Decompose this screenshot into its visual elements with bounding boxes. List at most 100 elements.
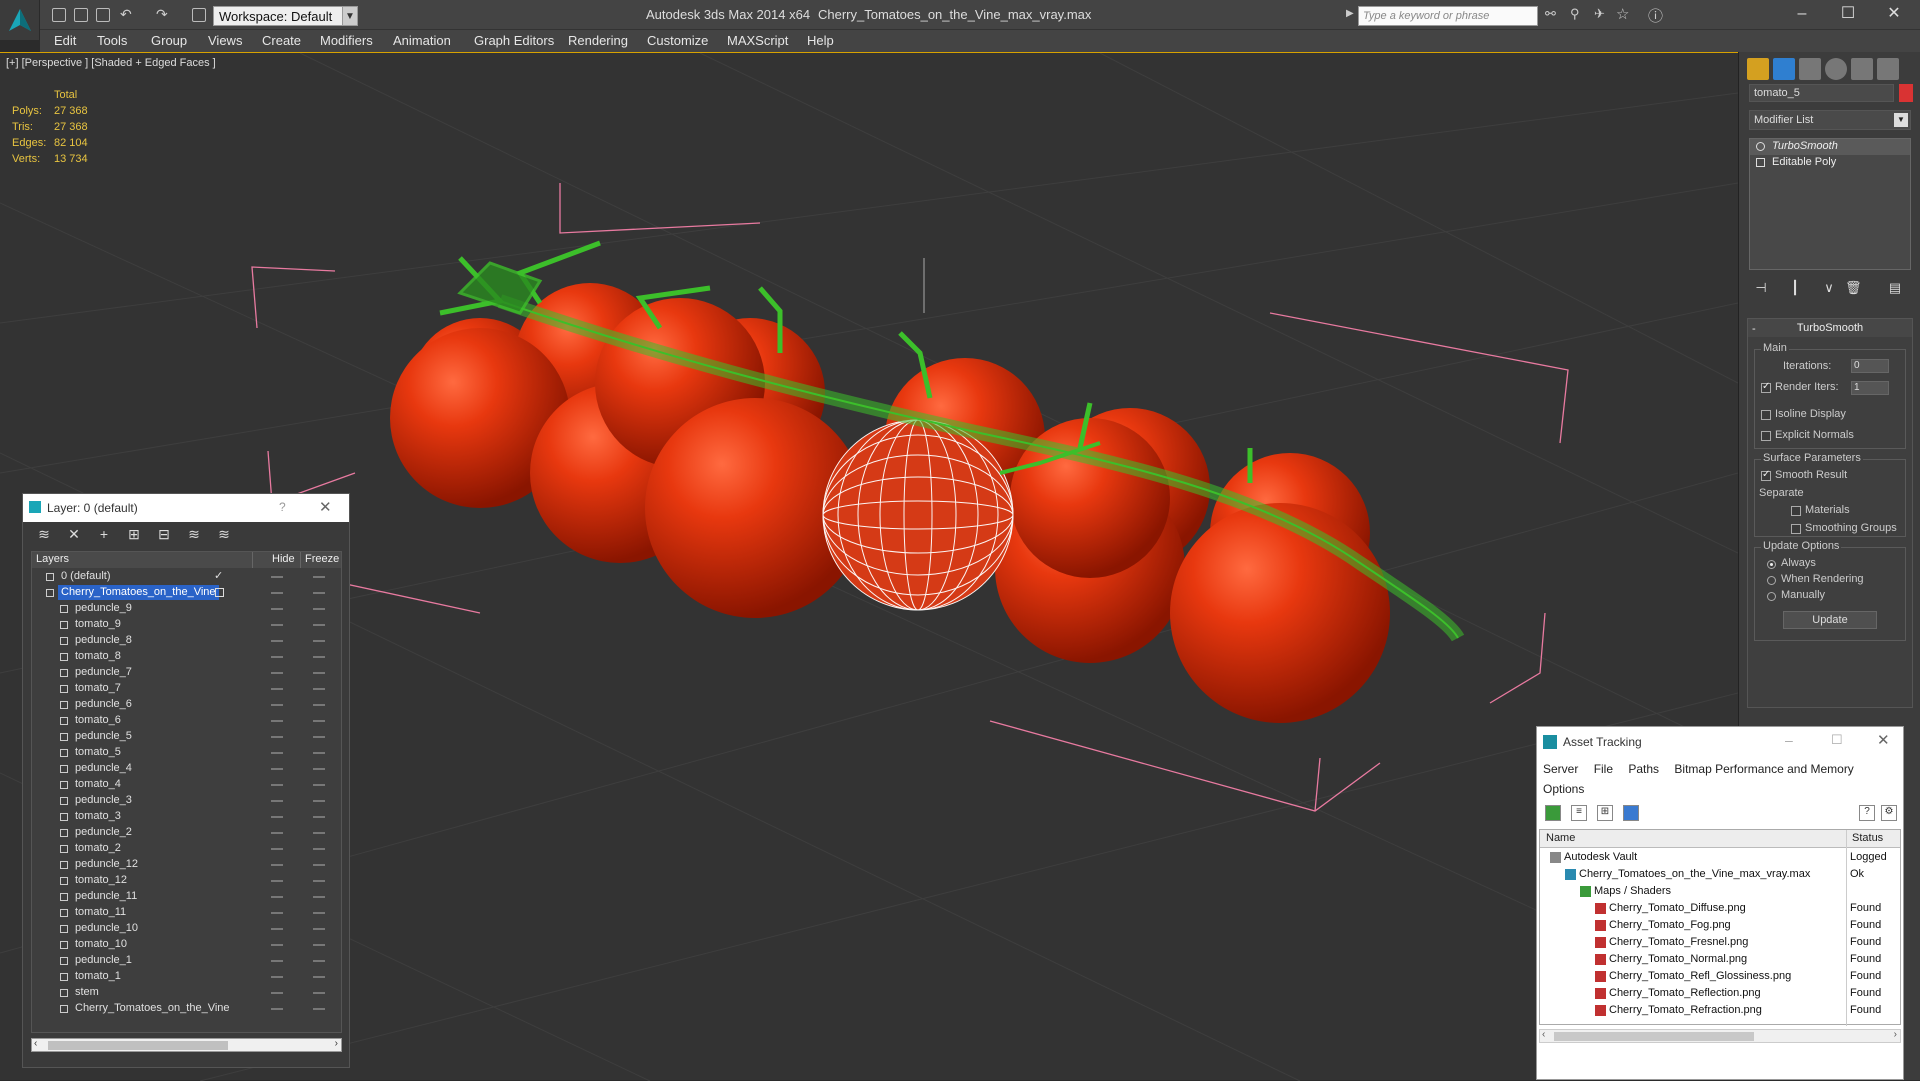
asset-row[interactable]: Maps / Shaders <box>1540 883 1900 900</box>
layer-row[interactable]: peduncle_3 <box>32 793 341 809</box>
freeze-toggle[interactable] <box>313 832 325 834</box>
menu-modifiers[interactable]: Modifiers <box>320 33 373 48</box>
col-layers[interactable]: Layers <box>36 553 69 565</box>
asset-row[interactable]: Cherry_Tomato_Fog.png Found <box>1540 917 1900 934</box>
stack-item-turbosmooth[interactable]: TurboSmooth <box>1750 139 1910 155</box>
search-icon[interactable]: ⚲ <box>1570 6 1580 22</box>
col-name[interactable]: Name <box>1546 832 1575 844</box>
explicit-normals-checkbox[interactable] <box>1761 431 1771 441</box>
modify-tab-icon[interactable] <box>1773 58 1795 80</box>
scroll-left-icon[interactable]: ‹ <box>1542 1029 1545 1040</box>
layer-dialog-titlebar[interactable]: Layer: 0 (default) ? ✕ <box>23 494 349 522</box>
layer-row[interactable]: peduncle_10 <box>32 921 341 937</box>
hide-toggle[interactable] <box>271 864 283 866</box>
layer-row[interactable]: tomato_7 <box>32 681 341 697</box>
update-button[interactable]: Update <box>1783 611 1877 629</box>
asset-menu-file[interactable]: File <box>1594 762 1613 776</box>
hierarchy-tab-icon[interactable] <box>1799 58 1821 80</box>
materials-checkbox[interactable] <box>1791 506 1801 516</box>
freeze-toggle[interactable] <box>313 896 325 898</box>
asset-row[interactable]: Cherry_Tomatoes_on_the_Vine_max_vray.max… <box>1540 866 1900 883</box>
scroll-right-icon[interactable]: › <box>1894 1029 1897 1040</box>
col-status[interactable]: Status <box>1852 832 1883 844</box>
layer-name[interactable]: Cherry_Tomatoes_on_the_Vine <box>72 1001 233 1016</box>
layer-row[interactable]: tomato_12 <box>32 873 341 889</box>
hide-toggle[interactable] <box>271 992 283 994</box>
layer-row[interactable]: tomato_1 <box>32 969 341 985</box>
freeze-toggle[interactable] <box>313 944 325 946</box>
freeze-toggle[interactable] <box>313 592 325 594</box>
layer-row[interactable]: peduncle_11 <box>32 889 341 905</box>
object-name-field[interactable]: tomato_5 <box>1749 84 1894 102</box>
menu-rendering[interactable]: Rendering <box>568 33 628 48</box>
freeze-toggle[interactable] <box>313 576 325 578</box>
freeze-all-icon[interactable]: ≋ <box>215 526 233 544</box>
freeze-toggle[interactable] <box>313 800 325 802</box>
modifier-list-dropdown[interactable]: Modifier List ▼ <box>1749 110 1911 130</box>
app-logo-icon[interactable] <box>0 0 40 40</box>
layer-row[interactable]: tomato_8 <box>32 649 341 665</box>
scroll-thumb[interactable] <box>48 1041 228 1050</box>
object-color-swatch[interactable] <box>1899 84 1913 102</box>
layer-name[interactable]: peduncle_1 <box>72 953 135 968</box>
hide-toggle[interactable] <box>271 656 283 658</box>
freeze-toggle[interactable] <box>313 928 325 930</box>
hide-toggle[interactable] <box>271 784 283 786</box>
rollout-title[interactable]: - TurboSmooth <box>1748 319 1912 337</box>
layer-name[interactable]: peduncle_10 <box>72 921 141 936</box>
save-file-icon[interactable] <box>96 8 110 22</box>
col-hide[interactable]: Hide <box>272 553 295 565</box>
minimize-button[interactable]: – <box>1785 732 1793 748</box>
layer-row[interactable]: tomato_6 <box>32 713 341 729</box>
scroll-thumb[interactable] <box>1554 1032 1754 1041</box>
hide-toggle[interactable] <box>271 896 283 898</box>
hide-toggle[interactable] <box>271 960 283 962</box>
workspace-dropdown[interactable]: Workspace: Default <box>213 6 358 26</box>
new-layer-icon[interactable]: ≋ <box>35 526 53 544</box>
layer-row[interactable]: tomato_5 <box>32 745 341 761</box>
layer-row[interactable]: tomato_3 <box>32 809 341 825</box>
asset-menu-bitmap[interactable]: Bitmap Performance and Memory <box>1674 762 1853 776</box>
layer-name[interactable]: tomato_1 <box>72 969 124 984</box>
select-objects-icon[interactable]: ⊞ <box>125 526 143 544</box>
lightbulb-icon[interactable] <box>1756 142 1765 151</box>
layer-row[interactable]: peduncle_7 <box>32 665 341 681</box>
asset-menu-options[interactable]: Options <box>1543 782 1584 796</box>
refresh-icon[interactable] <box>1545 805 1561 821</box>
layer-row[interactable]: Cherry_Tomatoes_on_the_Vine <box>32 1001 341 1017</box>
utilities-tab-icon[interactable] <box>1877 58 1899 80</box>
collapse-icon[interactable]: - <box>1752 320 1756 338</box>
hide-toggle[interactable] <box>271 848 283 850</box>
project-folder-icon[interactable] <box>192 8 206 22</box>
layer-name[interactable]: peduncle_8 <box>72 633 135 648</box>
freeze-toggle[interactable] <box>313 736 325 738</box>
layer-name[interactable]: tomato_2 <box>72 841 124 856</box>
freeze-toggle[interactable] <box>313 720 325 722</box>
horizontal-scrollbar[interactable]: ‹ › <box>31 1038 342 1052</box>
layer-name[interactable]: peduncle_7 <box>72 665 135 680</box>
layer-row[interactable]: Cherry_Tomatoes_on_the_Vine <box>32 585 341 601</box>
layer-row[interactable]: peduncle_4 <box>32 761 341 777</box>
highlight-selected-icon[interactable]: ⊟ <box>155 526 173 544</box>
redo-icon[interactable]: ↷ <box>156 6 168 23</box>
layer-name[interactable]: 0 (default) <box>58 569 114 584</box>
layer-name[interactable]: peduncle_9 <box>72 601 135 616</box>
manually-radio[interactable] <box>1767 592 1776 601</box>
tree-view-icon[interactable]: ⊞ <box>1597 805 1613 821</box>
layer-name[interactable]: peduncle_11 <box>72 889 140 904</box>
layer-row[interactable]: tomato_2 <box>32 841 341 857</box>
asset-row[interactable]: Cherry_Tomato_Normal.png Found <box>1540 951 1900 968</box>
freeze-toggle[interactable] <box>313 848 325 850</box>
make-current-icon[interactable] <box>215 588 224 597</box>
binoculars-icon[interactable]: ⚯ <box>1545 6 1556 22</box>
menu-customize[interactable]: Customize <box>647 33 708 48</box>
hide-toggle[interactable] <box>271 704 283 706</box>
menu-views[interactable]: Views <box>208 33 242 48</box>
settings-icon[interactable]: ⚙ <box>1881 805 1897 821</box>
layer-name[interactable]: peduncle_2 <box>72 825 135 840</box>
layer-row[interactable]: tomato_10 <box>32 937 341 953</box>
help-icon[interactable]: ? <box>1859 805 1875 821</box>
star-icon[interactable]: ☆ <box>1616 5 1629 23</box>
freeze-toggle[interactable] <box>313 688 325 690</box>
delete-layer-icon[interactable]: ✕ <box>65 526 83 544</box>
